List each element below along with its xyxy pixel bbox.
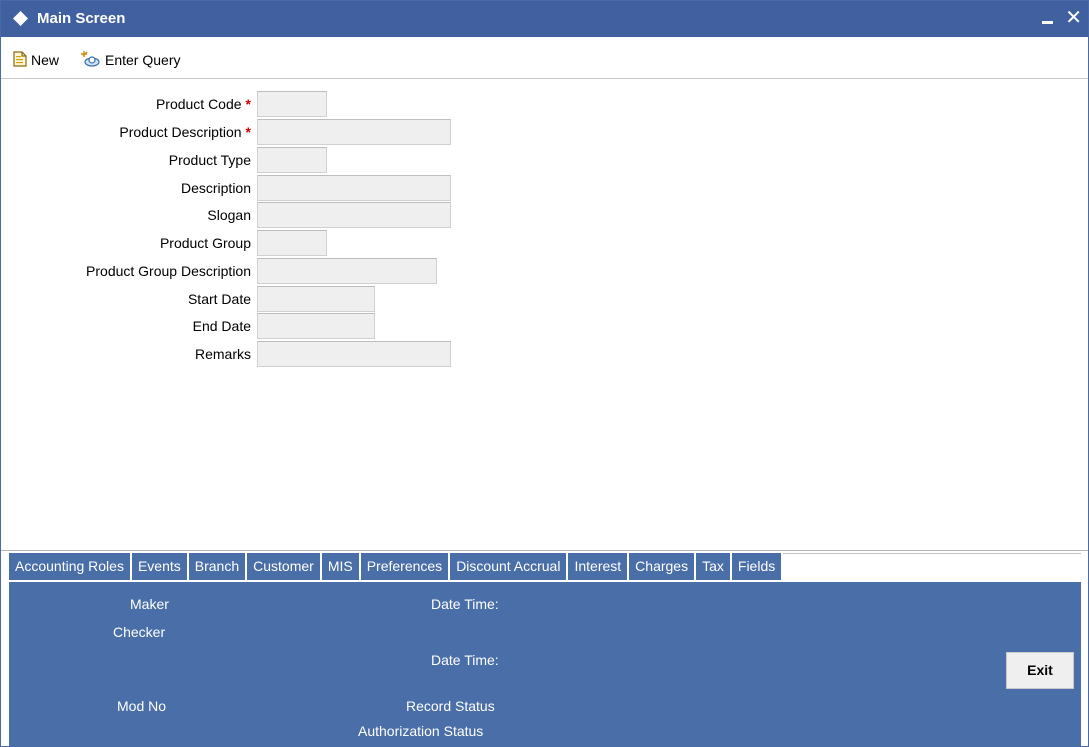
new-label: New [31, 52, 60, 68]
form-row-product-group: Product Group [1, 230, 501, 256]
form-row-description: Description [1, 175, 501, 201]
enter-query-button[interactable]: Enter Query [81, 50, 181, 71]
tab-bar-filler [783, 553, 1081, 580]
record-status-label: Record Status [406, 698, 495, 714]
window-title: Main Screen [37, 10, 126, 27]
enter-query-label: Enter Query [105, 52, 181, 68]
start-date-input[interactable] [257, 286, 375, 312]
tab-mis[interactable]: MIS [321, 553, 361, 580]
tab-interest[interactable]: Interest [568, 553, 630, 580]
product-code-label: Product Code * [155, 96, 251, 112]
tab-events[interactable]: Events [131, 553, 189, 580]
checker-datetime-label: Date Time: [431, 652, 499, 668]
form-row-start-date: Start Date [1, 286, 501, 312]
tab-list: Accounting Roles Events Branch Customer … [9, 553, 784, 580]
mod-no-label: Mod No [117, 698, 167, 714]
tab-preferences[interactable]: Preferences [360, 553, 451, 580]
maker-datetime-label: Date Time: [431, 596, 499, 612]
product-description-label: Product Description * [119, 124, 251, 140]
form-row-slogan: Slogan [1, 202, 501, 228]
maker-label: Maker [130, 596, 169, 612]
new-document-icon [13, 50, 27, 70]
product-type-input[interactable] [257, 147, 327, 173]
product-description-input[interactable] [257, 119, 451, 145]
description-input[interactable] [257, 175, 451, 201]
audit-footer: Maker Checker Date Time: Date Time: Mod … [9, 582, 1081, 746]
tab-accounting-roles[interactable]: Accounting Roles [9, 553, 132, 580]
product-group-label: Product Group [159, 235, 251, 251]
close-icon[interactable]: ✕ [1065, 8, 1082, 28]
slogan-input[interactable] [257, 202, 451, 228]
title-bar[interactable]: Main Screen ✕ [1, 1, 1088, 37]
start-date-label: Start Date [187, 291, 251, 307]
toolbar: New Enter Query [1, 37, 1088, 79]
product-code-input[interactable] [257, 91, 327, 117]
required-marker: * [245, 124, 251, 140]
slogan-label: Slogan [207, 207, 251, 223]
end-date-label: End Date [192, 318, 251, 334]
product-group-description-label: Product Group Description [86, 263, 251, 279]
product-group-description-input[interactable] [257, 258, 437, 284]
tab-fields[interactable]: Fields [731, 553, 784, 580]
tab-charges[interactable]: Charges [629, 553, 697, 580]
window-controls: ✕ [1041, 6, 1082, 30]
remarks-input[interactable] [257, 341, 451, 367]
tab-customer[interactable]: Customer [247, 553, 322, 580]
tab-branch[interactable]: Branch [188, 553, 248, 580]
description-label: Description [180, 180, 251, 196]
required-marker: * [245, 96, 251, 112]
diamond-icon [13, 11, 28, 26]
form-row-product-code: Product Code * [1, 91, 501, 117]
form-row-product-description: Product Description * [1, 119, 501, 145]
new-button[interactable]: New [13, 50, 60, 70]
minimize-icon[interactable] [1041, 8, 1055, 28]
form-row-end-date: End Date [1, 313, 501, 339]
form-row-product-group-description: Product Group Description [1, 258, 501, 284]
tab-bar: Accounting Roles Events Branch Customer … [1, 550, 1088, 580]
product-group-input[interactable] [257, 230, 327, 256]
remarks-label: Remarks [194, 346, 251, 362]
query-icon [81, 50, 101, 71]
end-date-input[interactable] [257, 313, 375, 339]
tab-tax[interactable]: Tax [696, 553, 732, 580]
form-row-remarks: Remarks [1, 341, 501, 367]
tab-discount-accrual[interactable]: Discount Accrual [450, 553, 569, 580]
product-type-label: Product Type [168, 152, 251, 168]
checker-label: Checker [113, 624, 166, 640]
exit-button[interactable]: Exit [1006, 652, 1074, 689]
main-screen-window: Main Screen ✕ New Enter Query Product Co… [0, 0, 1089, 747]
authorization-status-label: Authorization Status [358, 723, 484, 739]
form-row-product-type: Product Type [1, 147, 501, 173]
